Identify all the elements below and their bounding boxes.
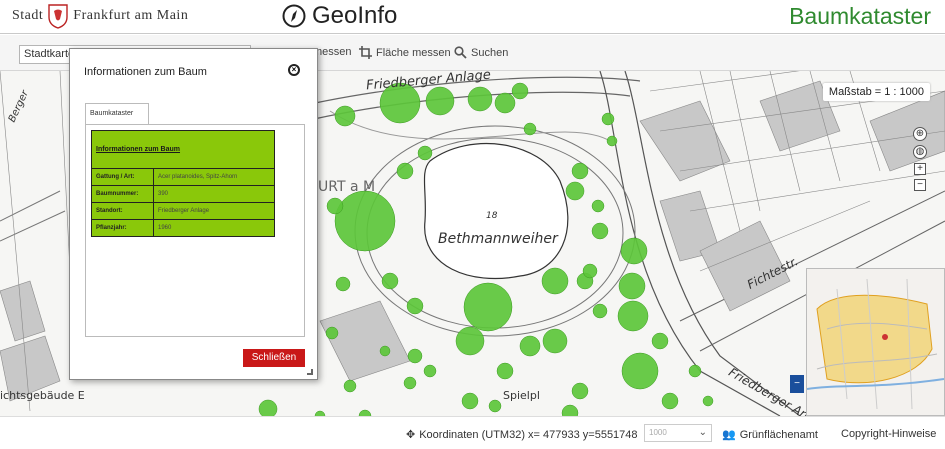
dialog-title: Informationen zum Baum: [84, 66, 207, 78]
search-button[interactable]: Suchen: [454, 46, 508, 59]
overview-map-image: [806, 269, 945, 415]
product-name: GeoInfo: [312, 2, 398, 29]
app-title: Baumkataster: [789, 3, 931, 29]
zoom-in-icon[interactable]: ⊕: [913, 127, 927, 141]
move-icon: ✥: [406, 429, 416, 441]
row-value-species: Acer platanoides, Spitz-Ahorn: [153, 168, 275, 186]
playground-label: Spielpl: [503, 389, 540, 402]
crop-icon: [359, 46, 372, 59]
table-row: Standort: Friedberger Anlage: [91, 202, 275, 220]
copyright-link[interactable]: Copyright-Hinweise: [841, 428, 936, 440]
resize-handle-icon[interactable]: [307, 369, 313, 375]
tree-info-table: Informationen zum Baum Gattung / Art: Ac…: [91, 130, 275, 237]
app-window: Stadt Frankfurt am Main GeoInfo Baumkata…: [0, 0, 945, 449]
geoinfo-brand: GeoInfo: [282, 2, 397, 30]
measure-area-label: Fläche messen: [376, 46, 451, 59]
coordinates-display: ✥ Koordinaten (UTM32) x= 477933 y=555174…: [406, 428, 638, 442]
close-button[interactable]: Schließen: [243, 349, 305, 367]
zoom-plus-button[interactable]: +: [914, 163, 926, 175]
zoom-minus-button[interactable]: −: [914, 179, 926, 191]
measure-line-label: messen: [313, 46, 352, 58]
row-value-number: 390: [153, 185, 275, 203]
scale-select[interactable]: 1000 ⌄: [644, 424, 712, 442]
row-value-location: Friedberger Anlage: [153, 202, 275, 220]
tab-baumkataster[interactable]: Baumkataster: [85, 103, 149, 125]
coat-of-arms-icon: [48, 4, 68, 29]
table-heading: Informationen zum Baum: [91, 130, 275, 169]
pond-label: Bethmannweiher: [438, 231, 558, 247]
compass-icon: [282, 4, 306, 28]
tree-info-dialog: Informationen zum Baum × Baumkataster In…: [69, 48, 318, 380]
row-key-location: Standort:: [91, 202, 154, 220]
close-icon[interactable]: ×: [288, 64, 300, 76]
chevron-down-icon: ⌄: [698, 427, 707, 438]
city-watermark-label: URT a M: [318, 179, 376, 195]
dialog-panel: Informationen zum Baum Gattung / Art: Ac…: [85, 124, 305, 337]
row-key-species: Gattung / Art:: [91, 168, 154, 186]
coordinates-text: Koordinaten (UTM32) x= 477933 y=5551748: [419, 428, 638, 441]
pond-number-label: 18: [486, 211, 498, 221]
map-controls: ⊕ ◍ + −: [913, 127, 927, 191]
users-icon: 👥: [722, 429, 736, 441]
measure-area-button[interactable]: Fläche messen: [359, 46, 451, 59]
row-key-number: Baumnummer:: [91, 185, 154, 203]
measure-line-button[interactable]: messen: [313, 46, 352, 58]
overview-toggle-button[interactable]: −: [790, 375, 804, 393]
logo-text-stadt: Stadt: [12, 8, 44, 23]
footer: ✥ Koordinaten (UTM32) x= 477933 y=555174…: [0, 416, 945, 449]
building-label: ichtsgebäude E: [0, 389, 85, 402]
search-label: Suchen: [471, 46, 509, 59]
table-row: Baumnummer: 390: [91, 185, 275, 203]
office-link[interactable]: 👥 Grünflächenamt: [722, 428, 818, 442]
overview-map[interactable]: [806, 268, 945, 416]
table-row: Pflanzjahr: 1960: [91, 219, 275, 237]
scale-label: Maßstab = 1 : 1000: [822, 83, 930, 101]
logo-text-frankfurt: Frankfurt am Main: [73, 8, 189, 23]
scale-select-value: 1000: [649, 428, 667, 437]
search-icon: [454, 46, 467, 59]
header: Stadt Frankfurt am Main GeoInfo Baumkata…: [0, 0, 945, 34]
office-label: Grünflächenamt: [739, 428, 818, 441]
row-key-year: Pflanzjahr:: [91, 219, 154, 237]
globe-icon[interactable]: ◍: [913, 145, 927, 159]
row-value-year: 1960: [153, 219, 275, 237]
city-logo[interactable]: Stadt Frankfurt am Main: [12, 3, 188, 29]
table-row: Gattung / Art: Acer platanoides, Spitz-A…: [91, 168, 275, 186]
